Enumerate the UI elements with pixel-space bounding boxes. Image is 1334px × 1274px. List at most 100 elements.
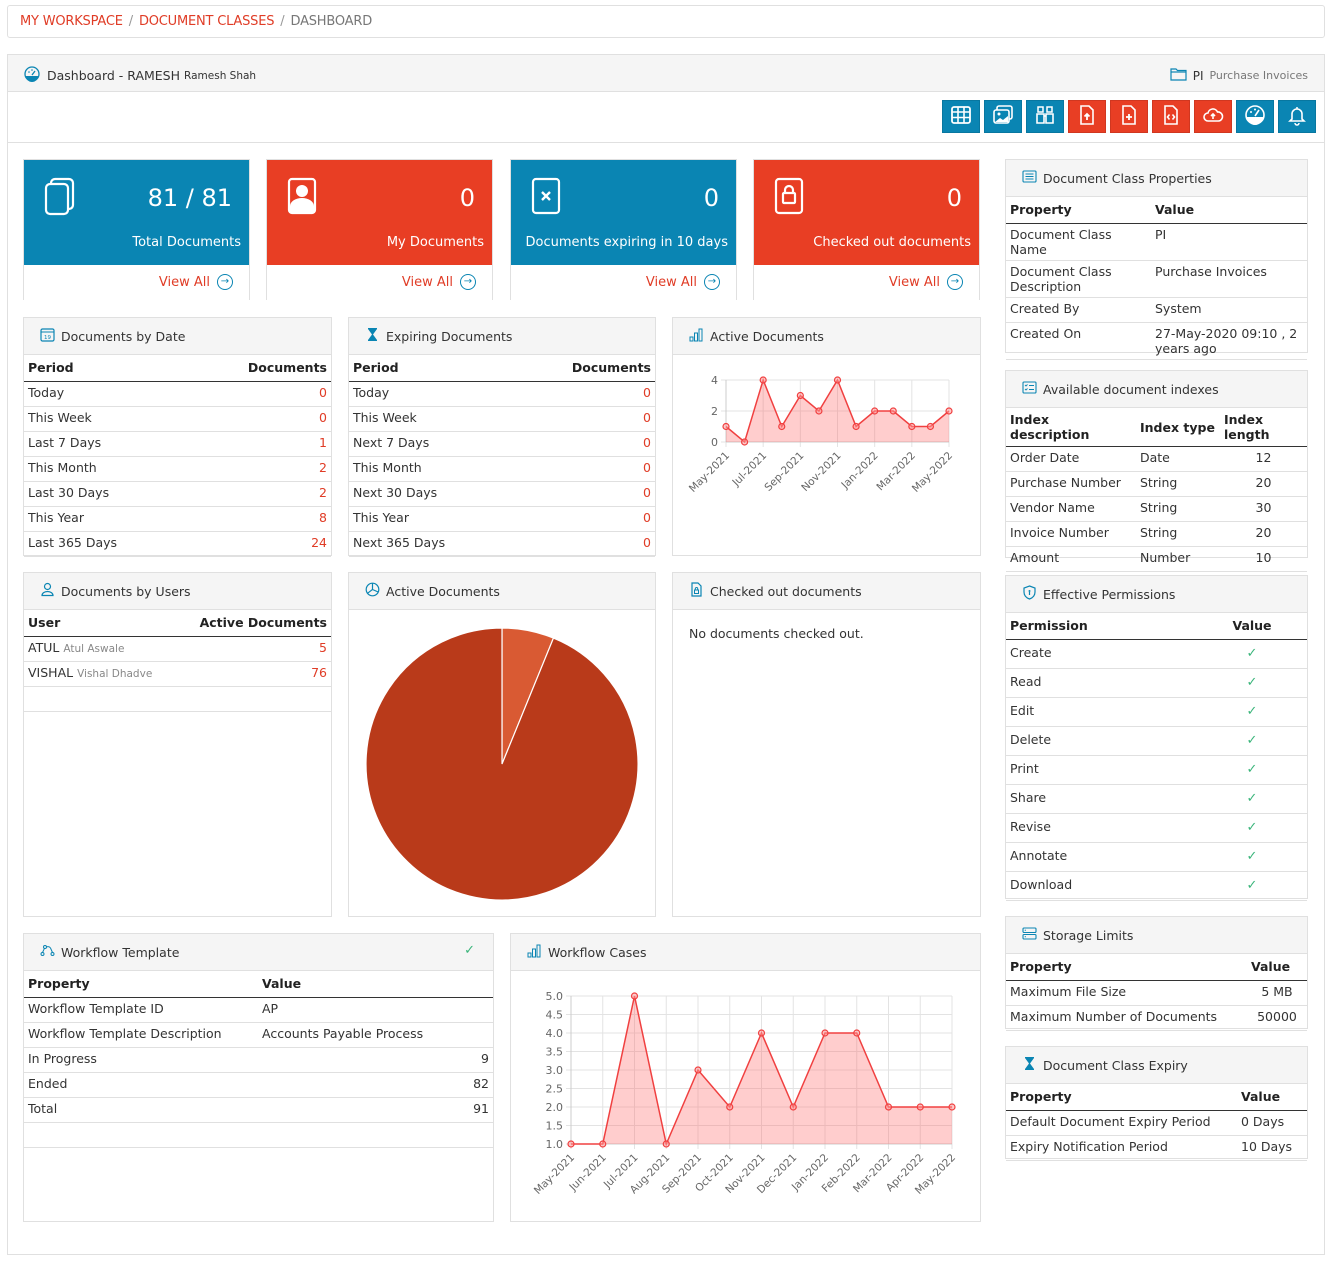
panel-header: Effective Permissions <box>1006 576 1307 613</box>
active-documents-pie-chart <box>365 627 639 901</box>
table-row: Last 365 Days 24 <box>24 531 331 557</box>
count-cell: 76 <box>175 661 331 687</box>
data-point <box>948 1103 956 1111</box>
notifications-button[interactable] <box>1278 100 1316 133</box>
view-all-label: View All <box>888 274 940 290</box>
user-full-name: Ramesh Shah <box>184 69 257 82</box>
hourglass-icon <box>365 327 380 345</box>
index-type-cell: Number <box>1136 546 1220 572</box>
index-type-cell: String <box>1136 496 1220 522</box>
data-point <box>815 407 823 415</box>
check-icon: ✓ <box>464 943 475 958</box>
server-icon <box>1022 926 1037 944</box>
dashboard-button[interactable] <box>1236 100 1274 133</box>
value-cell: 5 MB <box>1247 980 1307 1006</box>
y-tick-label: 4.5 <box>546 1009 564 1022</box>
permission-value-cell: ✓ <box>1197 726 1307 756</box>
user-full-name: Atul Aswale <box>63 642 125 655</box>
table-row: Next 365 Days 0 <box>349 531 655 557</box>
empty-message: No documents checked out. <box>689 626 864 641</box>
table-row: Today 0 <box>349 381 655 407</box>
permission-name-cell: Download <box>1006 871 1197 901</box>
value-cell: 0 Days <box>1237 1110 1307 1136</box>
user-full-name: Vishal Dhadve <box>77 667 153 680</box>
y-tick-label: 2.0 <box>546 1101 564 1114</box>
cloud-upload-icon <box>1202 104 1224 129</box>
view-all-link[interactable]: View All → <box>402 274 476 290</box>
file-code-icon <box>1160 104 1182 129</box>
panel-header: Documents by Users <box>24 573 331 610</box>
table-row: Share ✓ <box>1006 784 1307 814</box>
period-cell: Today <box>349 381 513 407</box>
value-cell: Purchase Invoices <box>1151 260 1307 298</box>
panel-title: Workflow Template <box>61 944 180 960</box>
breadcrumb-separator: / <box>128 14 133 29</box>
count-cell: 0 <box>512 506 655 532</box>
view-all-label: View All <box>401 274 453 290</box>
table-row: Purchase Number String 20 <box>1006 471 1307 497</box>
user-id: ATUL <box>28 639 60 655</box>
table-row: This Month 2 <box>24 456 331 482</box>
pie-slice-vishal <box>365 627 639 901</box>
table-icon <box>950 104 972 129</box>
kpi-total-documents: 81 / 81 Total Documents View All → <box>23 159 250 300</box>
column-header: Permission <box>1006 613 1197 640</box>
property-cell: Total <box>24 1097 258 1123</box>
data-point <box>908 422 916 431</box>
permission-name-cell: Create <box>1006 639 1197 669</box>
value-cell: 27-May-2020 09:10 , 2 years ago <box>1151 322 1307 360</box>
view-all-link[interactable]: View All → <box>159 274 233 290</box>
property-cell: Ended <box>24 1072 258 1098</box>
view-all-link[interactable]: View All → <box>646 274 720 290</box>
kpi-value: 0 <box>946 184 962 212</box>
cloud-upload-button[interactable] <box>1194 100 1232 133</box>
search-button[interactable] <box>1026 100 1064 133</box>
table-row: Delete ✓ <box>1006 726 1307 756</box>
locked-file-icon <box>689 582 704 600</box>
table-row: Read ✓ <box>1006 668 1307 698</box>
document-code-button[interactable] <box>1152 100 1190 133</box>
permission-value-cell: ✓ <box>1197 755 1307 785</box>
breadcrumb-my-workspace[interactable]: MY WORKSPACE <box>20 14 123 29</box>
panel-header: Checked out documents <box>673 573 980 610</box>
upload-document-button[interactable] <box>1068 100 1106 133</box>
list-icon <box>1022 169 1037 187</box>
expiring-documents-panel: Expiring Documents Period Documents Today… <box>348 317 656 557</box>
value-cell: 10 Days <box>1237 1135 1307 1161</box>
property-cell: Created On <box>1006 322 1151 360</box>
data-point <box>789 1103 797 1111</box>
new-document-button[interactable] <box>1110 100 1148 133</box>
user-document-icon <box>285 176 321 216</box>
arrow-right-icon: → <box>947 274 963 290</box>
index-description-cell: Purchase Number <box>1006 471 1136 497</box>
empty-cell <box>24 686 176 712</box>
panel-title: Active Documents <box>386 583 500 599</box>
view-all-link[interactable]: View All → <box>889 274 963 290</box>
table-row: Amount Number 10 <box>1006 546 1307 572</box>
count-cell: 0 <box>185 406 331 432</box>
table-row <box>24 686 331 712</box>
table-row: In Progress 9 <box>24 1047 493 1073</box>
permission-name-cell: Delete <box>1006 726 1197 756</box>
table-row: Document Class Name PI <box>1006 223 1307 261</box>
kpi-my-documents: 0 My Documents View All → <box>266 159 493 300</box>
permission-value-cell: ✓ <box>1197 784 1307 814</box>
documents-icon <box>42 176 78 216</box>
workflow-cases-line-chart: 1.01.52.02.53.03.54.04.55.0May-2021Jun-2… <box>532 990 958 1197</box>
index-description-cell: Order Date <box>1006 446 1136 472</box>
permission-name-cell: Annotate <box>1006 842 1197 872</box>
panel-title: Available document indexes <box>1043 381 1219 397</box>
x-tick-label: May-2022 <box>910 450 955 495</box>
breadcrumb-document-classes[interactable]: DOCUMENT CLASSES <box>139 14 275 29</box>
table-row: Workflow Template ID AP <box>24 997 493 1023</box>
value-cell: 50000 <box>1247 1005 1307 1031</box>
gallery-view-button[interactable] <box>984 100 1022 133</box>
dashboard-header: Dashboard - RAMESH Ramesh Shah PI Purcha… <box>8 55 1324 92</box>
period-cell: Last 7 Days <box>24 431 186 457</box>
grid-view-button[interactable] <box>942 100 980 133</box>
permissions-table: Permission Value Create ✓ Read ✓ Edit ✓ Delete ✓… <box>1006 613 1307 901</box>
y-tick-label: 1.5 <box>546 1120 564 1133</box>
table-row: Workflow Template Description Accounts Pa… <box>24 1022 493 1048</box>
panel-title: Document Class Expiry <box>1043 1057 1188 1073</box>
count-cell: 0 <box>512 481 655 507</box>
